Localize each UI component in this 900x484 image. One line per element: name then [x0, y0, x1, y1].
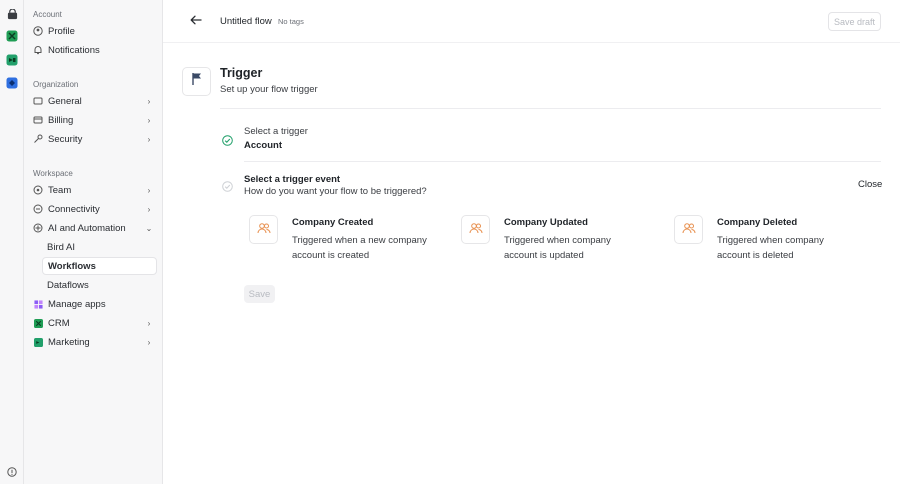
- users-icon: [469, 221, 483, 239]
- trigger-title: Trigger: [220, 66, 263, 80]
- event-icon-box: [674, 215, 703, 244]
- selected-trigger-value[interactable]: Account: [244, 140, 282, 151]
- store-icon[interactable]: [4, 6, 20, 22]
- check-circle-icon: [222, 133, 233, 146]
- pending-check-icon: [222, 179, 233, 192]
- save-button[interactable]: Save: [244, 285, 275, 303]
- event-description: Triggered when company account is update…: [504, 235, 611, 261]
- event-card-company-created[interactable]: Company Created Triggered when a new com…: [249, 213, 439, 273]
- chevron-right-icon: ›: [147, 318, 151, 328]
- tags-button[interactable]: No tags: [278, 17, 304, 26]
- sidebar-item-label: Workflows: [48, 260, 96, 272]
- sidebar-item-label: AI and Automation: [48, 222, 126, 234]
- back-arrow-icon[interactable]: [189, 13, 203, 27]
- connectivity-icon: [33, 204, 43, 214]
- sidebar-item-security[interactable]: Security ›: [30, 130, 157, 148]
- apps-icon: [33, 299, 43, 309]
- settings-sidebar: Account Profile Notifications Organizati…: [24, 0, 163, 484]
- crm-app-icon[interactable]: [4, 28, 20, 44]
- divider: [244, 161, 881, 162]
- sidebar-item-general[interactable]: General ›: [30, 92, 157, 110]
- sidebar-item-label: Connectivity: [48, 203, 100, 215]
- sidebar-item-label: General: [48, 95, 82, 107]
- key-icon: [33, 134, 43, 144]
- chevron-right-icon: ›: [147, 96, 151, 106]
- event-card-company-updated[interactable]: Company Updated Triggered when company a…: [461, 213, 651, 273]
- flag-icon: [191, 72, 203, 91]
- sliders-icon: [33, 96, 43, 106]
- bell-icon: [33, 45, 43, 55]
- sidebar-item-label: Notifications: [48, 44, 100, 56]
- close-button[interactable]: Close: [858, 179, 882, 190]
- team-icon: [33, 185, 43, 195]
- chevron-right-icon: ›: [147, 115, 151, 125]
- sidebar-item-label: Billing: [48, 114, 74, 126]
- event-card-company-deleted[interactable]: Company Deleted Triggered when company a…: [674, 213, 864, 273]
- credit-card-icon: [33, 115, 43, 125]
- users-icon: [257, 221, 271, 239]
- save-draft-button[interactable]: Save draft: [828, 12, 881, 31]
- trigger-subtitle: Set up your flow trigger: [220, 84, 318, 95]
- help-icon[interactable]: [4, 464, 20, 480]
- sidebar-subitem-workflows[interactable]: Workflows: [42, 257, 157, 275]
- event-title: Company Created: [292, 217, 374, 228]
- chevron-right-icon: ›: [147, 185, 151, 195]
- step-trigger-event-label: Select a trigger event: [244, 174, 341, 185]
- chevron-right-icon: ›: [147, 337, 151, 347]
- section-label-account: Account: [33, 10, 62, 19]
- chevron-right-icon: ›: [147, 204, 151, 214]
- sidebar-item-team[interactable]: Team ›: [30, 181, 157, 199]
- sidebar-subitem-bird-ai[interactable]: Bird AI: [42, 238, 157, 256]
- step-trigger-event-subtitle: How do you want your flow to be triggere…: [244, 186, 427, 197]
- event-description: Triggered when a new company account is …: [292, 235, 427, 261]
- sidebar-item-crm[interactable]: CRM ›: [30, 314, 157, 332]
- chevron-down-icon: ⌄: [145, 223, 153, 233]
- crm-icon: [33, 318, 43, 328]
- sidebar-item-label: Security: [48, 133, 83, 145]
- event-title: Company Updated: [504, 217, 588, 228]
- divider: [220, 108, 881, 109]
- sidebar-item-ai-automation[interactable]: AI and Automation ⌄: [30, 219, 157, 237]
- app-rail: [0, 0, 24, 484]
- sidebar-item-notifications[interactable]: Notifications: [30, 41, 157, 59]
- event-icon-box: [461, 215, 490, 244]
- sidebar-item-label: Dataflows: [47, 279, 89, 291]
- section-label-workspace: Workspace: [33, 169, 73, 178]
- ai-icon: [33, 223, 43, 233]
- users-icon: [682, 221, 696, 239]
- section-label-organization: Organization: [33, 80, 79, 89]
- sidebar-item-profile[interactable]: Profile: [30, 22, 157, 40]
- sidebar-item-manage-apps[interactable]: Manage apps: [30, 295, 157, 313]
- step-select-trigger-label[interactable]: Select a trigger: [244, 126, 308, 137]
- sidebar-item-label: Manage apps: [48, 298, 106, 310]
- flow-title[interactable]: Untitled flow: [220, 16, 272, 27]
- event-icon-box: [249, 215, 278, 244]
- sidebar-item-label: Profile: [48, 25, 75, 37]
- sidebar-item-billing[interactable]: Billing ›: [30, 111, 157, 129]
- connectivity-app-icon[interactable]: [4, 75, 20, 91]
- marketing-app-icon[interactable]: [4, 52, 20, 68]
- sidebar-subitem-dataflows[interactable]: Dataflows: [42, 276, 157, 294]
- sidebar-item-label: Team: [48, 184, 72, 196]
- marketing-icon: [33, 337, 43, 347]
- sidebar-item-marketing[interactable]: Marketing ›: [30, 333, 157, 351]
- sidebar-item-label: Bird AI: [47, 241, 75, 253]
- flow-header: Untitled flow No tags Save draft: [163, 0, 900, 43]
- sidebar-item-label: Marketing: [48, 336, 90, 348]
- trigger-icon-box: [182, 67, 211, 96]
- sidebar-item-label: CRM: [48, 317, 70, 329]
- flow-editor: Untitled flow No tags Save draft Trigger…: [163, 0, 900, 484]
- user-circle-icon: [33, 26, 43, 36]
- chevron-right-icon: ›: [147, 134, 151, 144]
- event-description: Triggered when company account is delete…: [717, 235, 824, 261]
- sidebar-item-connectivity[interactable]: Connectivity ›: [30, 200, 157, 218]
- event-title: Company Deleted: [717, 217, 798, 228]
